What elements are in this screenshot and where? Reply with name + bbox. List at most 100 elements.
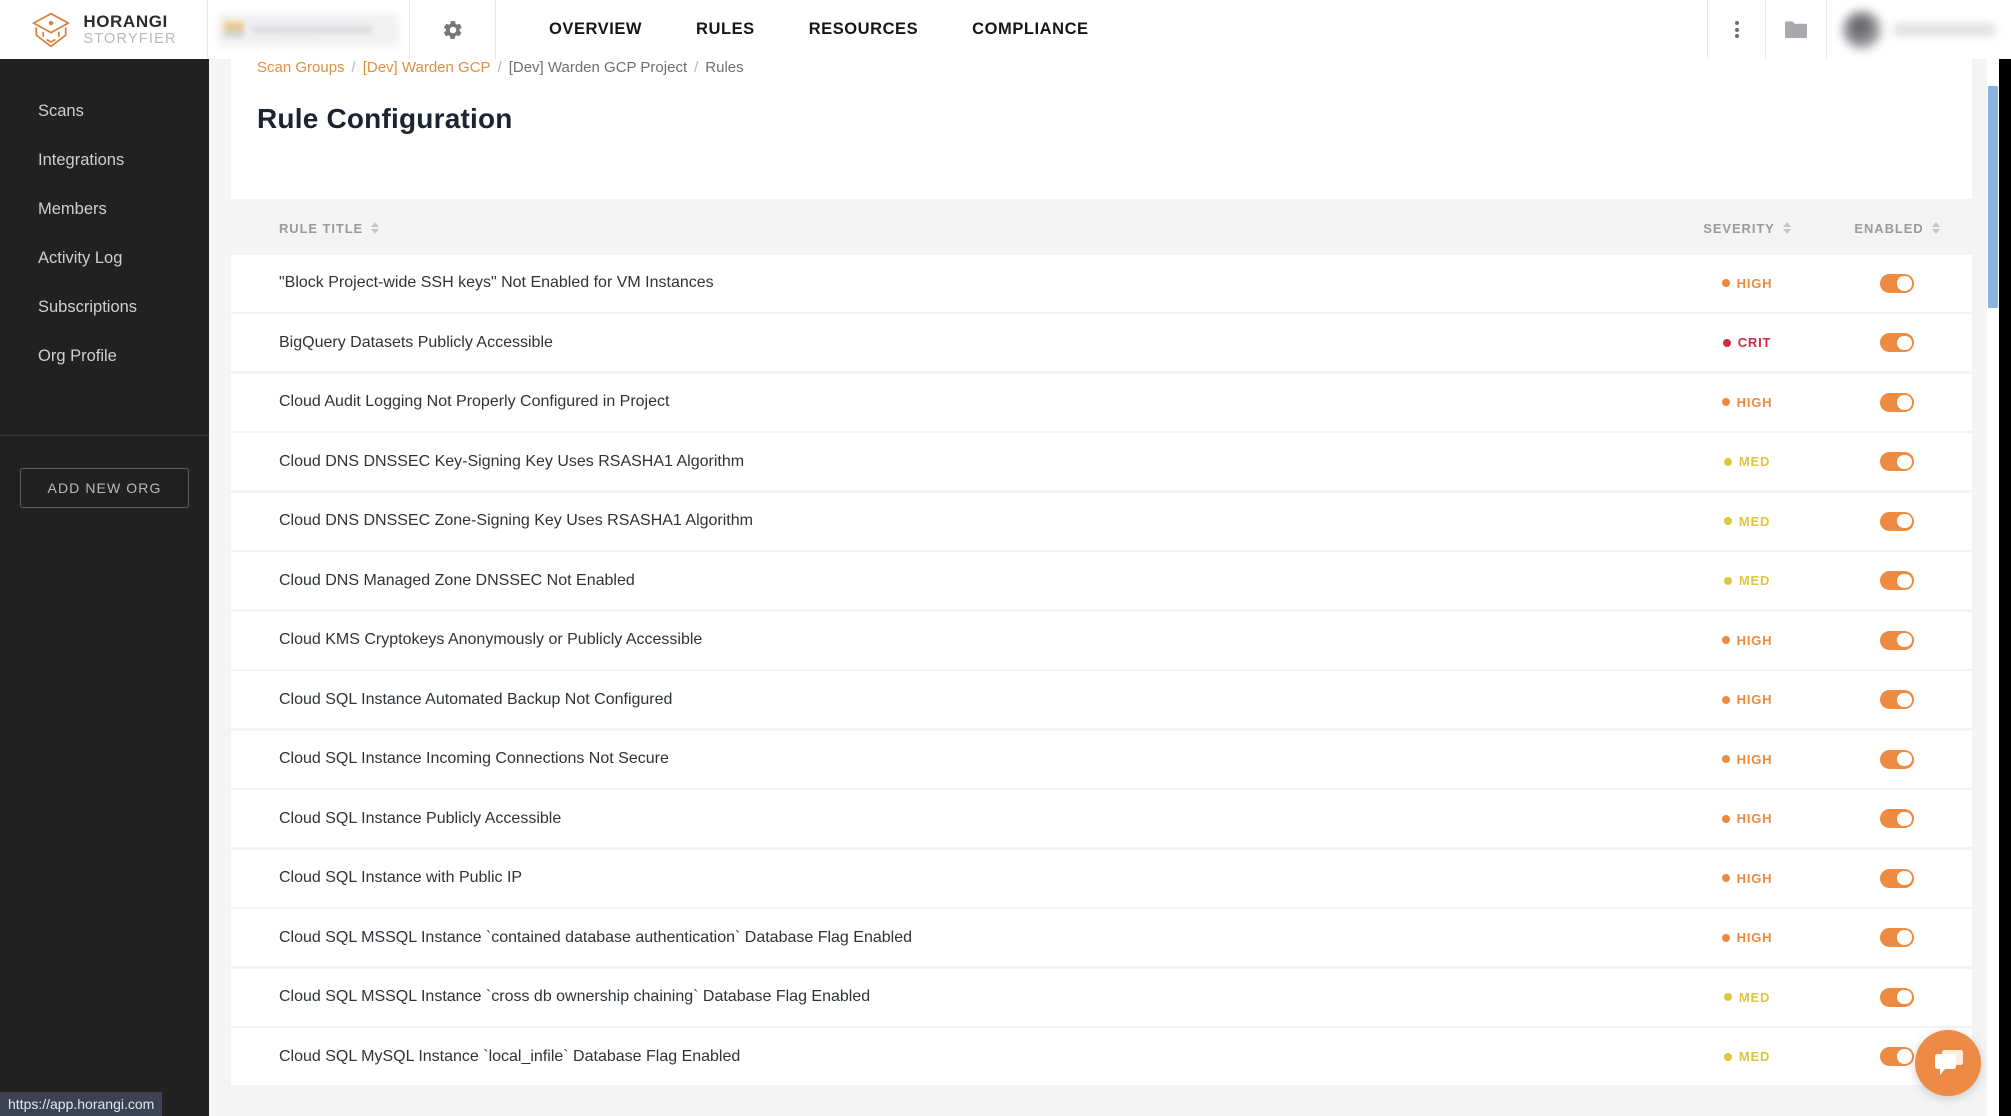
rule-title: Cloud DNS DNSSEC Zone-Signing Key Uses R… — [279, 512, 753, 530]
table-row[interactable]: Cloud SQL MSSQL Instance `contained data… — [231, 909, 1972, 968]
table-row[interactable]: Cloud SQL Instance Automated Backup Not … — [231, 671, 1972, 730]
omnibox-cell[interactable] — [208, 0, 410, 59]
toggle-knob — [1897, 395, 1912, 410]
enabled-toggle[interactable] — [1880, 452, 1914, 472]
severity-dot — [1723, 1052, 1732, 1061]
add-new-org-button[interactable]: ADD NEW ORG — [20, 468, 189, 508]
enabled-toggle[interactable] — [1880, 749, 1914, 769]
address-bar[interactable] — [218, 12, 399, 47]
sidebar: Scans Integrations Members Activity Log … — [0, 59, 209, 1116]
severity-badge: HIGH — [1672, 930, 1822, 945]
overflow-menu-button[interactable] — [1707, 0, 1765, 59]
severity-badge: HIGH — [1672, 633, 1822, 648]
table-row[interactable]: Cloud DNS DNSSEC Key-Signing Key Uses RS… — [231, 433, 1972, 492]
enabled-cell — [1822, 273, 1972, 293]
enabled-cell — [1822, 868, 1972, 888]
table-row[interactable]: Cloud SQL Instance with Public IP HIGH — [231, 849, 1972, 908]
sidebar-item-subscriptions[interactable]: Subscriptions — [0, 283, 209, 332]
enabled-toggle[interactable] — [1880, 392, 1914, 412]
severity-dot — [1721, 398, 1730, 407]
breadcrumb-item-warden-gcp[interactable]: [Dev] Warden GCP — [363, 60, 491, 75]
enabled-toggle[interactable] — [1880, 333, 1914, 353]
table-header-row: RULE TITLE SEVERITY ENABLED — [231, 201, 1972, 255]
severity-dot — [1723, 993, 1732, 1002]
sidebar-item-label: Members — [38, 200, 107, 218]
column-header-enabled[interactable]: ENABLED — [1822, 221, 1972, 236]
severity-label: HIGH — [1736, 930, 1773, 946]
chat-widget-button[interactable] — [1915, 1030, 1981, 1096]
severity-label: MED — [1738, 989, 1771, 1005]
table-row[interactable]: Cloud SQL Instance Incoming Connections … — [231, 730, 1972, 789]
column-label: RULE TITLE — [279, 220, 364, 236]
table-row[interactable]: Cloud SQL MySQL Instance `local_infile` … — [231, 1028, 1972, 1086]
sidebar-item-members[interactable]: Members — [0, 185, 209, 234]
toggle-knob — [1897, 930, 1912, 945]
severity-dot — [1721, 279, 1730, 288]
table-row[interactable]: Cloud DNS Managed Zone DNSSEC Not Enable… — [231, 552, 1972, 611]
table-row[interactable]: BigQuery Datasets Publicly Accessible CRI… — [231, 314, 1972, 373]
enabled-cell — [1822, 392, 1972, 412]
toggle-knob — [1897, 514, 1912, 529]
rule-title: Cloud SQL Instance Incoming Connections … — [279, 750, 669, 768]
enabled-cell — [1822, 749, 1972, 769]
toggle-knob — [1897, 454, 1912, 469]
enabled-cell — [1822, 571, 1972, 591]
breadcrumb-item-scan-groups[interactable]: Scan Groups — [257, 60, 345, 75]
scrollbar-thumb[interactable] — [1988, 86, 1998, 308]
severity-badge: HIGH — [1672, 395, 1822, 410]
enabled-toggle[interactable] — [1880, 868, 1914, 888]
sidebar-item-org-profile[interactable]: Org Profile — [0, 332, 209, 381]
enabled-cell — [1822, 630, 1972, 650]
table-row[interactable]: "Block Project-wide SSH keys" Not Enable… — [231, 255, 1972, 313]
enabled-cell — [1822, 809, 1972, 829]
severity-badge: HIGH — [1672, 276, 1822, 291]
severity-label: CRIT — [1737, 335, 1772, 351]
table-row[interactable]: Cloud Audit Logging Not Properly Configu… — [231, 373, 1972, 432]
sidebar-item-integrations[interactable]: Integrations — [0, 136, 209, 185]
enabled-cell — [1822, 690, 1972, 710]
severity-label: MED — [1738, 573, 1771, 589]
brand-logo[interactable]: HORANGI STORYFIER — [0, 0, 208, 59]
column-header-rule-title[interactable]: RULE TITLE — [231, 221, 1672, 236]
sidebar-item-scans[interactable]: Scans — [0, 87, 209, 136]
enabled-toggle[interactable] — [1880, 928, 1914, 948]
sidebar-item-activity-log[interactable]: Activity Log — [0, 234, 209, 283]
sidebar-item-label: Integrations — [38, 151, 125, 169]
avatar — [1843, 10, 1881, 49]
breadcrumb-item-warden-gcp-project[interactable]: [Dev] Warden GCP Project — [509, 60, 687, 75]
toggle-knob — [1897, 335, 1912, 351]
table-row[interactable]: Cloud DNS DNSSEC Zone-Signing Key Uses R… — [231, 492, 1972, 551]
main-content: Scan Groups / [Dev] Warden GCP / [Dev] W… — [209, 59, 1999, 1116]
sidebar-item-label: Activity Log — [38, 249, 123, 267]
severity-label: HIGH — [1736, 692, 1773, 708]
table-row[interactable]: Cloud SQL Instance Publicly Accessible HI… — [231, 790, 1972, 849]
enabled-toggle[interactable] — [1880, 571, 1914, 591]
add-org-wrapper: ADD NEW ORG — [0, 436, 209, 508]
severity-dot — [1721, 814, 1730, 823]
nav-tab-resources[interactable]: RESOURCES — [782, 0, 945, 59]
table-row[interactable]: Cloud KMS Cryptokeys Anonymously or Publ… — [231, 611, 1972, 670]
table-row[interactable]: Cloud SQL MSSQL Instance `cross db owner… — [231, 968, 1972, 1027]
enabled-toggle[interactable] — [1880, 1047, 1914, 1067]
bookmarks-button[interactable] — [1765, 0, 1827, 59]
column-header-severity[interactable]: SEVERITY — [1672, 221, 1822, 236]
enabled-toggle[interactable] — [1880, 690, 1914, 710]
nav-tab-compliance[interactable]: COMPLIANCE — [945, 0, 1115, 59]
nav-tab-overview[interactable]: OVERVIEW — [522, 0, 669, 59]
severity-badge: CRIT — [1672, 335, 1822, 350]
app-header: HORANGI STORYFIER OVERVIEW RULES RESOURC… — [0, 0, 2011, 59]
user-account-menu[interactable] — [1827, 0, 2011, 59]
content-scrollbar[interactable] — [1987, 59, 1999, 1116]
sidebar-nav: Scans Integrations Members Activity Log … — [0, 59, 209, 381]
enabled-toggle[interactable] — [1880, 511, 1914, 531]
enabled-toggle[interactable] — [1880, 630, 1914, 650]
breadcrumb-item-rules: Rules — [705, 59, 744, 75]
enabled-toggle[interactable] — [1880, 987, 1914, 1007]
brand-name: HORANGI — [83, 11, 168, 31]
toggle-knob — [1897, 573, 1912, 588]
nav-tab-rules[interactable]: RULES — [669, 0, 782, 59]
settings-button[interactable] — [410, 0, 496, 59]
enabled-toggle[interactable] — [1880, 273, 1914, 293]
enabled-toggle[interactable] — [1880, 809, 1914, 829]
severity-label: HIGH — [1736, 275, 1773, 291]
